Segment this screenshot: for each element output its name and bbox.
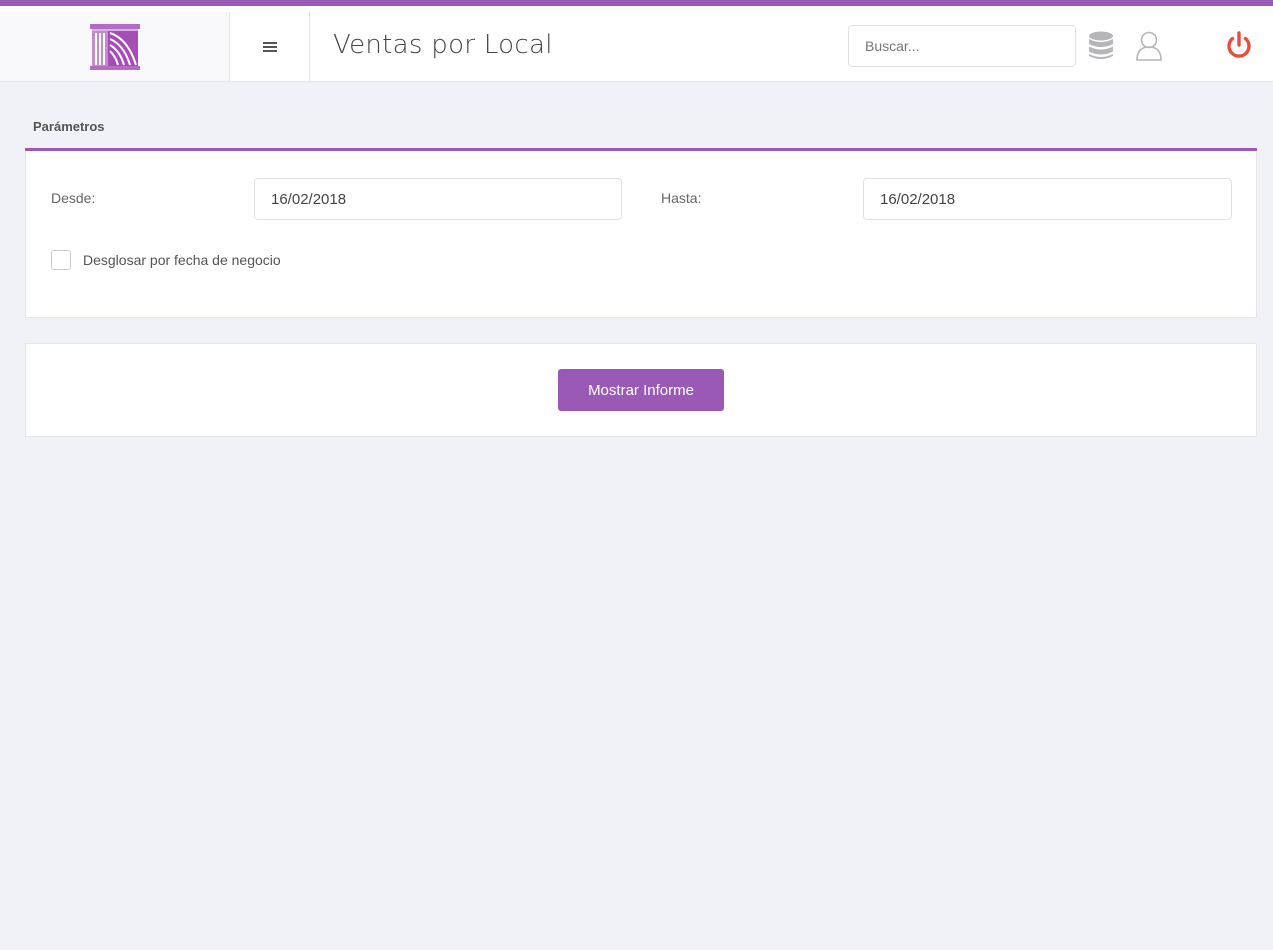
sidebar-toggle-button[interactable]	[230, 12, 310, 81]
database-button[interactable]	[1088, 31, 1114, 61]
breakdown-checkbox[interactable]	[51, 250, 71, 270]
user-button[interactable]	[1134, 30, 1164, 62]
parameters-heading: Parámetros	[25, 105, 1257, 151]
parameters-panel: Parámetros Desde: Hasta: Desglosar por f…	[25, 105, 1257, 318]
pillar-logo-icon	[89, 23, 140, 70]
from-date-label: Desde:	[51, 190, 96, 206]
to-date-input[interactable]	[863, 178, 1232, 220]
top-navbar: Ventas por Local	[0, 12, 1273, 82]
power-icon	[1227, 31, 1251, 58]
from-date-input[interactable]	[254, 178, 622, 220]
page-title: Ventas por Local	[333, 30, 553, 60]
user-icon	[1136, 31, 1162, 61]
hamburger-menu-icon	[262, 41, 277, 52]
database-icon	[1089, 31, 1113, 59]
breakdown-checkbox-row[interactable]: Desglosar por fecha de negocio	[51, 250, 281, 270]
search-input[interactable]	[848, 25, 1076, 67]
show-report-button[interactable]: Mostrar Informe	[558, 369, 724, 411]
to-date-label: Hasta:	[661, 190, 702, 206]
logout-button[interactable]	[1224, 30, 1254, 62]
top-accent-bar	[0, 0, 1273, 12]
logo[interactable]	[0, 12, 230, 81]
breakdown-checkbox-label: Desglosar por fecha de negocio	[83, 252, 281, 268]
actions-panel: Mostrar Informe	[25, 343, 1257, 437]
